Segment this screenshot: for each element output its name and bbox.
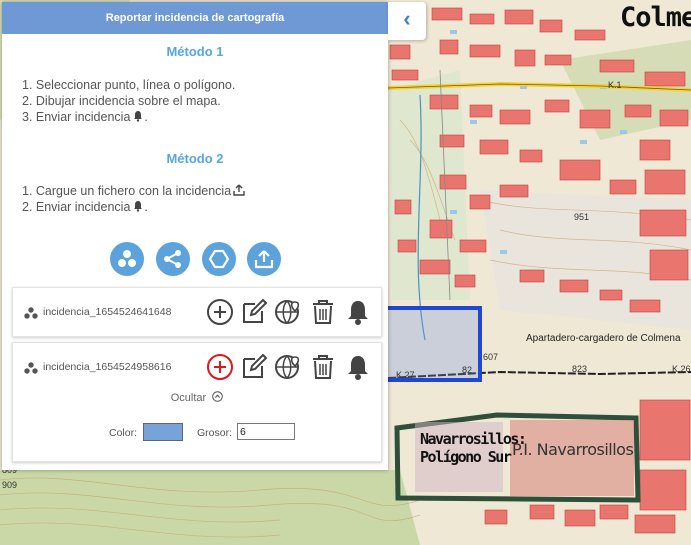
- hexagon-icon: [209, 249, 229, 269]
- map-label-k27: K.27: [396, 370, 415, 380]
- color-label: Color:: [109, 427, 138, 439]
- navarrosillos-label: Navarrosillos: Polígono Sur: [420, 430, 527, 466]
- point-tool-button[interactable]: [110, 242, 144, 276]
- method2-steps: 1. Cargue un fichero con la incidencia 2…: [22, 183, 245, 215]
- incident-card: incidencia_1654524958616 Ocultar Color: …: [12, 342, 382, 462]
- incident-name: incidencia_1654524958616: [43, 361, 172, 373]
- add-icon[interactable]: [206, 298, 234, 326]
- hide-toggle[interactable]: Ocultar: [13, 391, 381, 404]
- hide-label: Ocultar: [170, 392, 207, 404]
- upload-icon: [233, 184, 245, 196]
- method2-step2: 2. Enviar incidencia: [22, 200, 131, 214]
- share-icon: [164, 250, 181, 268]
- method1-step3-row: 3. Enviar incidencia.: [22, 110, 148, 124]
- width-input[interactable]: [237, 423, 295, 440]
- method1-title: Método 1: [166, 44, 224, 59]
- trash-icon[interactable]: [309, 298, 337, 326]
- incident-report-panel: Reportar incidencia de cartografía Métod…: [2, 2, 388, 470]
- map-label-82: 82: [462, 365, 473, 375]
- upload-tool-button[interactable]: [247, 242, 281, 276]
- globe-pin-icon[interactable]: [274, 353, 302, 381]
- method2-step1: 1. Cargue un fichero con la incidencia: [22, 184, 232, 198]
- polygon-tool-button[interactable]: [202, 242, 236, 276]
- edit-icon[interactable]: [240, 353, 268, 381]
- apartadero-label: Apartadero-cargadero de Colmena: [526, 333, 681, 344]
- method1-step2: 2. Dibujar incidencia sobre el mapa.: [22, 94, 221, 108]
- method2-title: Método 2: [166, 151, 224, 166]
- trash-icon[interactable]: [309, 353, 337, 381]
- map-label-k1: K.1: [608, 80, 622, 90]
- method2-step1-row: 1. Cargue un fichero con la incidencia: [22, 183, 245, 199]
- map-label-607: 607: [483, 352, 499, 362]
- line-tool-button[interactable]: [156, 242, 190, 276]
- chevron-up-circle-icon: [212, 391, 224, 402]
- pi-navarrosillos-label: P.I. Navarrosillos: [512, 440, 634, 459]
- method1-step3: 3. Enviar incidencia: [22, 110, 131, 124]
- map-label-k26: K.26: [672, 364, 691, 374]
- navarrosillos-line2: Polígono Sur: [420, 448, 512, 466]
- bell-icon[interactable]: [344, 298, 372, 326]
- incident-card: incidencia_1654524641648: [12, 287, 382, 337]
- bell-icon[interactable]: [344, 353, 372, 381]
- bell-icon: [134, 111, 143, 122]
- incident-name: incidencia_1654524641648: [43, 306, 172, 318]
- navarrosillos-line1: Navarrosillos:: [420, 430, 527, 448]
- map-label-823: 823: [572, 364, 588, 374]
- width-label: Grosor:: [197, 427, 233, 439]
- panel-title: Reportar incidencia de cartografía: [2, 2, 388, 34]
- map-label-909: 909: [2, 480, 18, 490]
- dots-icon: [118, 250, 136, 267]
- bell-icon: [134, 201, 143, 212]
- globe-pin-icon[interactable]: [274, 298, 302, 326]
- method1-step1: 1. Seleccionar punto, línea o polígono.: [22, 78, 236, 92]
- edit-icon[interactable]: [240, 298, 268, 326]
- color-picker[interactable]: [143, 423, 183, 441]
- map-label-951: 951: [574, 212, 590, 222]
- dots-icon: [24, 362, 38, 374]
- upload-icon: [254, 250, 274, 269]
- collapse-panel-button[interactable]: ‹: [388, 2, 426, 40]
- add-icon[interactable]: [206, 353, 234, 381]
- method1-steps: 1. Seleccionar punto, línea o polígono. …: [22, 77, 235, 125]
- town-label: Colme: [620, 2, 691, 33]
- dots-icon: [24, 307, 38, 319]
- method2-step2-row: 2. Enviar incidencia.: [22, 200, 148, 214]
